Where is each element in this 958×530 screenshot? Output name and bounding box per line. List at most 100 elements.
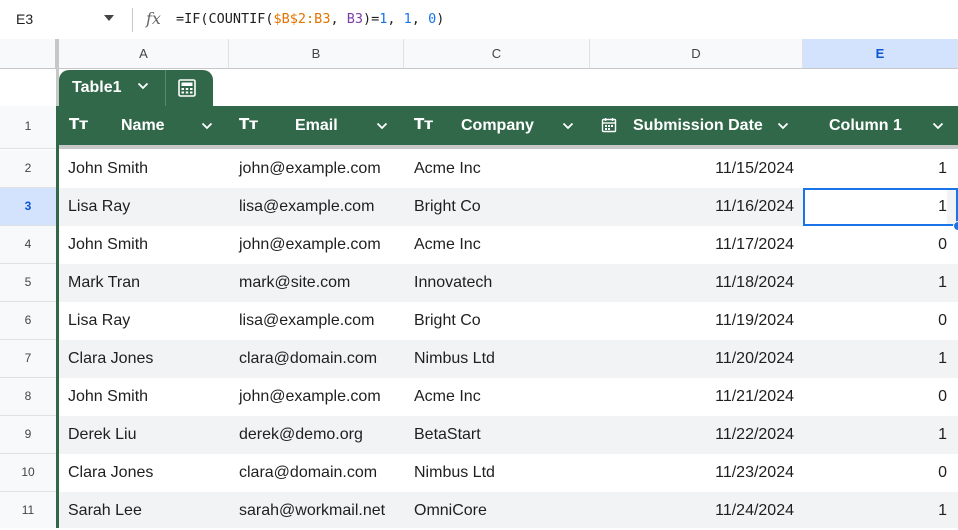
header-column-1[interactable]: Column 1	[803, 106, 958, 145]
header-company[interactable]: Tт Company	[404, 106, 590, 145]
cell-email[interactable]: clara@domain.com	[239, 454, 377, 492]
table-settings-icon[interactable]	[177, 78, 197, 98]
table-row: John Smith john@example.com Acme Inc 11/…	[59, 226, 958, 264]
cell-date[interactable]: 11/22/2024	[590, 416, 794, 454]
cell-date[interactable]: 11/23/2024	[590, 454, 794, 492]
cell-email[interactable]: lisa@example.com	[239, 302, 374, 340]
select-all-corner[interactable]	[0, 39, 59, 69]
formula-input[interactable]: =IF(COUNTIF($B$2:B3, B3)=1, 1, 0)	[176, 11, 444, 27]
cell-name[interactable]: Derek Liu	[68, 416, 136, 454]
cell-company[interactable]: Acme Inc	[414, 226, 481, 264]
cell-company[interactable]: BetaStart	[414, 416, 481, 454]
column-header-c[interactable]: C	[404, 39, 590, 69]
row-header-10[interactable]: 10	[0, 454, 56, 492]
header-name[interactable]: Tт Name	[59, 106, 229, 145]
cell-name[interactable]: Clara Jones	[68, 340, 153, 378]
table-row: Derek Liu derek@demo.org BetaStart 11/22…	[59, 416, 958, 454]
header-label: Email	[295, 117, 338, 134]
chevron-down-icon[interactable]	[562, 120, 574, 132]
cell-email[interactable]: john@example.com	[239, 378, 381, 416]
header-submission-date[interactable]: Submission Date	[590, 106, 803, 145]
cell-column-1[interactable]: 1	[803, 264, 947, 302]
table-row: John Smith john@example.com Acme Inc 11/…	[59, 150, 958, 188]
cell-column-1[interactable]: 1	[803, 150, 947, 188]
cell-email[interactable]: clara@domain.com	[239, 340, 377, 378]
cell-company[interactable]: Nimbus Ltd	[414, 454, 495, 492]
row-header-11[interactable]: 11	[0, 492, 56, 528]
cell-column-1[interactable]: 0	[803, 226, 947, 264]
cell-name[interactable]: Lisa Ray	[68, 302, 130, 340]
cell-email[interactable]: sarah@workmail.net	[239, 492, 385, 530]
chevron-down-icon[interactable]	[777, 120, 789, 132]
table-name[interactable]: Table1	[72, 79, 122, 97]
row-header-6[interactable]: 6	[0, 302, 56, 340]
cell-email[interactable]: john@example.com	[239, 226, 381, 264]
cell-column-1[interactable]: 1	[803, 416, 947, 454]
cell-name[interactable]: Lisa Ray	[68, 188, 130, 226]
fx-icon: fx	[146, 9, 161, 28]
table-header-divider	[59, 145, 958, 149]
formula-bar: E3 fx =IF(COUNTIF($B$2:B3, B3)=1, 1, 0)	[0, 0, 958, 40]
name-box-dropdown-icon[interactable]	[104, 15, 114, 21]
cell-company[interactable]: Acme Inc	[414, 378, 481, 416]
cell-name[interactable]: Sarah Lee	[68, 492, 142, 530]
cell-date[interactable]: 11/21/2024	[590, 378, 794, 416]
table-tab-divider	[165, 70, 166, 106]
cell-company[interactable]: Bright Co	[414, 188, 481, 226]
cell-date[interactable]: 11/17/2024	[590, 226, 794, 264]
cell-date[interactable]: 11/19/2024	[590, 302, 794, 340]
row-header-9[interactable]: 9	[0, 416, 56, 454]
fill-handle[interactable]	[953, 221, 958, 231]
row-header-1[interactable]: 1	[0, 106, 56, 149]
cell-name[interactable]: John Smith	[68, 378, 148, 416]
cell-email[interactable]: mark@site.com	[239, 264, 350, 302]
cell-column-1[interactable]: 1	[803, 492, 947, 530]
table-row: John Smith john@example.com Acme Inc 11/…	[59, 378, 958, 416]
cell-column-1[interactable]: 0	[803, 454, 947, 492]
table-name-tab: Table1	[59, 70, 213, 106]
cell-date[interactable]: 11/18/2024	[590, 264, 794, 302]
table-row: Mark Tran mark@site.com Innovatech 11/18…	[59, 264, 958, 302]
cell-name[interactable]: Clara Jones	[68, 454, 153, 492]
cell-email[interactable]: derek@demo.org	[239, 416, 363, 454]
cell-name[interactable]: Mark Tran	[68, 264, 140, 302]
row-header-5[interactable]: 5	[0, 264, 56, 302]
text-type-icon: Tт	[69, 115, 88, 133]
row-header-7[interactable]: 7	[0, 340, 56, 378]
cell-date[interactable]: 11/20/2024	[590, 340, 794, 378]
table-header-row: Tт Name Tт Email Tт Company Submission D…	[59, 106, 958, 145]
chevron-down-icon[interactable]	[932, 120, 944, 132]
cell-column-1[interactable]: 1	[803, 340, 947, 378]
row-header-3[interactable]: 3	[0, 188, 56, 226]
cell-name[interactable]: John Smith	[68, 150, 148, 188]
name-box[interactable]: E3	[16, 11, 33, 27]
cell-name[interactable]: John Smith	[68, 226, 148, 264]
cell-column-1[interactable]: 0	[803, 302, 947, 340]
cell-email[interactable]: lisa@example.com	[239, 188, 374, 226]
chevron-down-icon[interactable]	[201, 120, 213, 132]
cell-company[interactable]: Nimbus Ltd	[414, 340, 495, 378]
row-header-2[interactable]: 2	[0, 150, 56, 188]
chevron-down-icon[interactable]	[137, 80, 149, 92]
row-header-8[interactable]: 8	[0, 378, 56, 416]
cell-date[interactable]: 11/24/2024	[590, 492, 794, 530]
column-header-a[interactable]: A	[59, 39, 229, 69]
cell-date[interactable]: 11/16/2024	[590, 188, 794, 226]
cell-email[interactable]: john@example.com	[239, 150, 381, 188]
active-cell-outline	[803, 188, 958, 226]
column-header-e[interactable]: E	[803, 39, 958, 69]
cell-company[interactable]: Bright Co	[414, 302, 481, 340]
cell-date[interactable]: 11/15/2024	[590, 150, 794, 188]
header-email[interactable]: Tт Email	[229, 106, 404, 145]
cell-column-1[interactable]: 0	[803, 378, 947, 416]
header-label: Company	[461, 117, 534, 134]
header-label: Submission Date	[633, 117, 763, 134]
row-header-4[interactable]: 4	[0, 226, 56, 264]
cell-company[interactable]: Acme Inc	[414, 150, 481, 188]
cell-company[interactable]: OmniCore	[414, 492, 487, 530]
table-row: Lisa Ray lisa@example.com Bright Co 11/1…	[59, 302, 958, 340]
column-header-b[interactable]: B	[229, 39, 404, 69]
column-header-d[interactable]: D	[590, 39, 803, 69]
cell-company[interactable]: Innovatech	[414, 264, 492, 302]
chevron-down-icon[interactable]	[376, 120, 388, 132]
